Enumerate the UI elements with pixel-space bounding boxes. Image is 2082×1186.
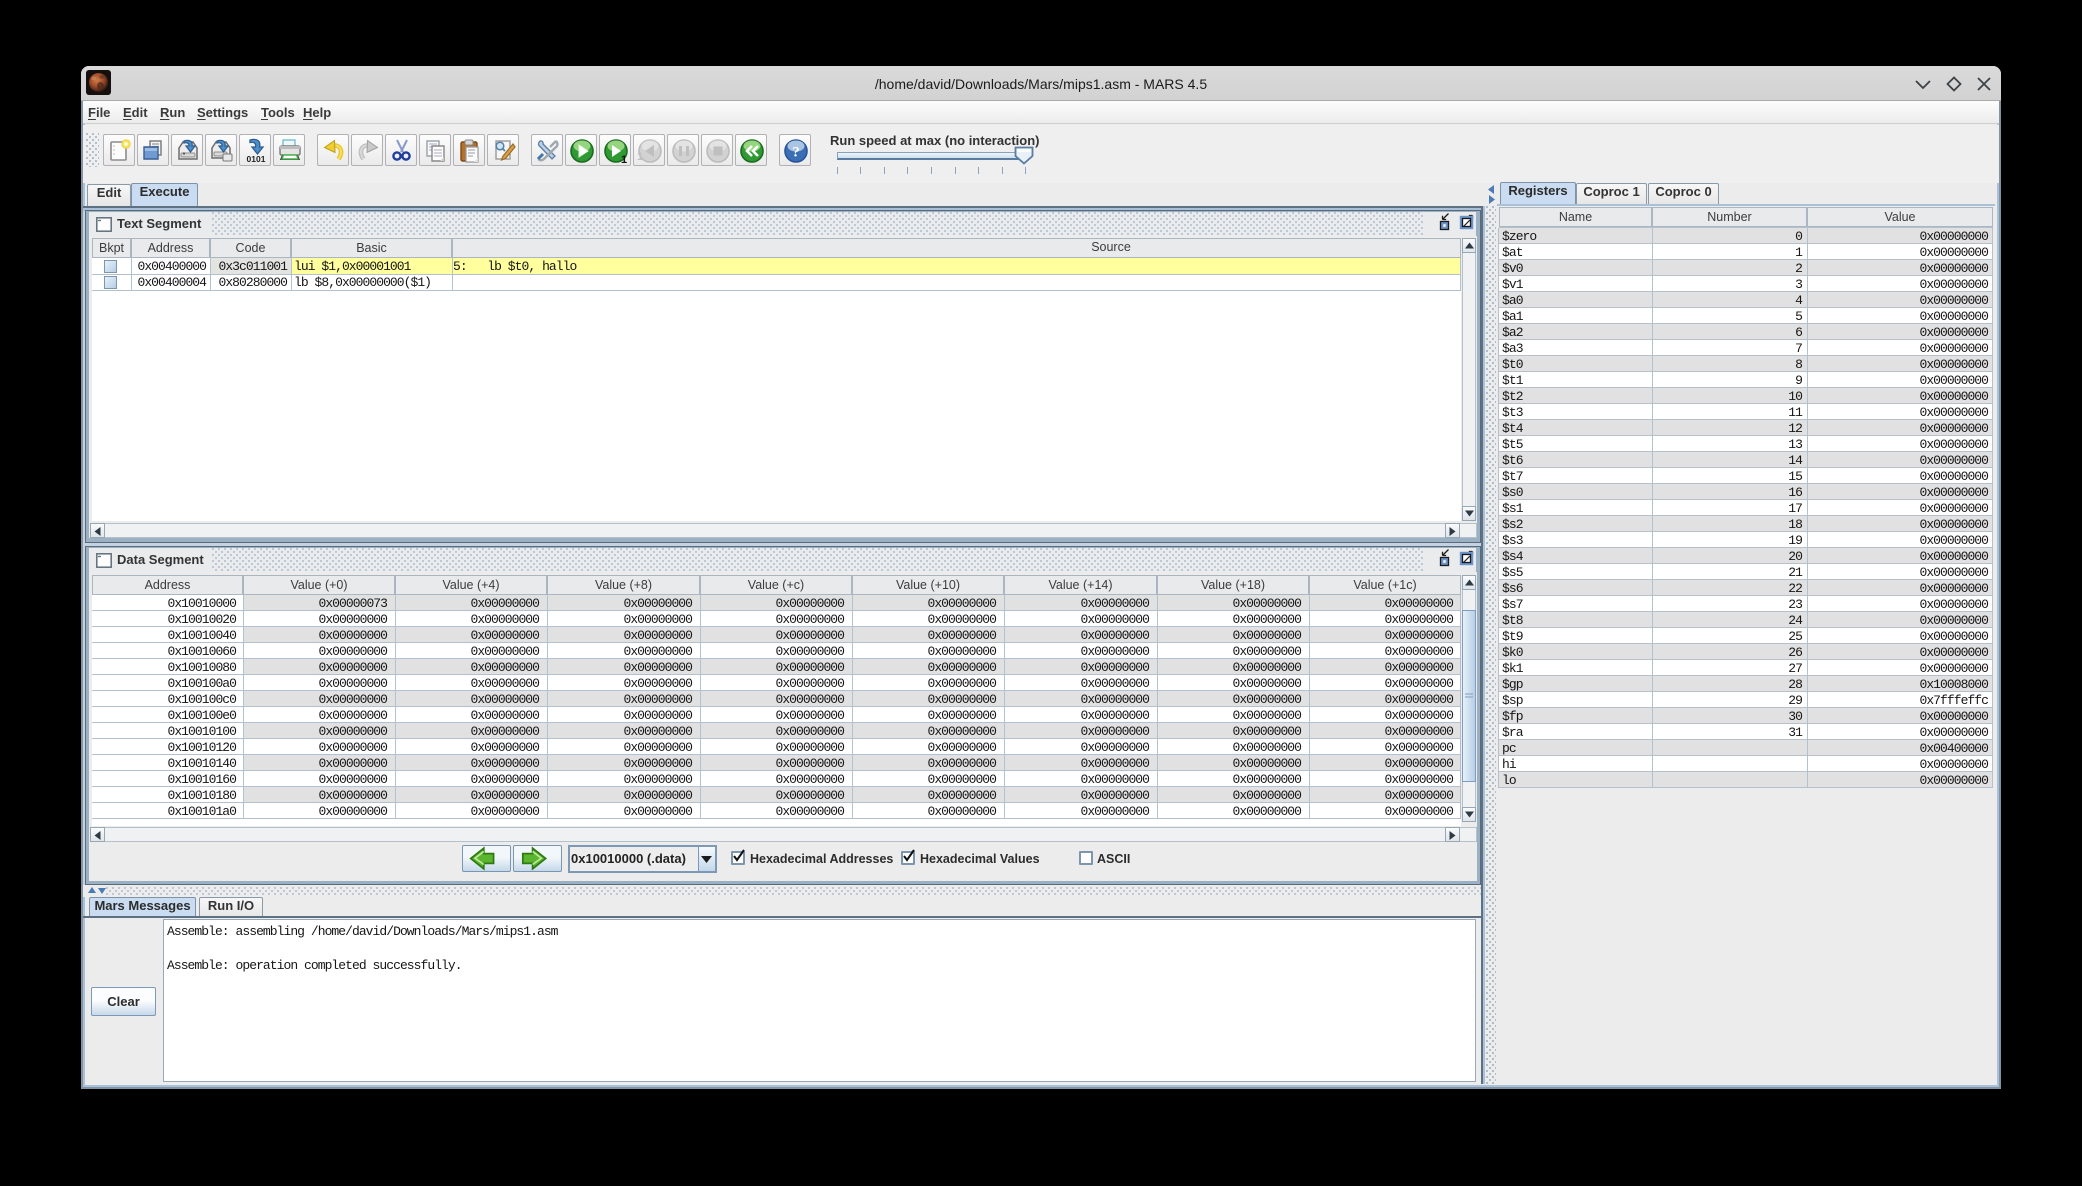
svg-text:1: 1 [621, 154, 627, 164]
svg-text:?: ? [792, 145, 800, 161]
svg-text:1: 1 [637, 151, 643, 163]
svg-text:0101: 0101 [247, 154, 266, 164]
